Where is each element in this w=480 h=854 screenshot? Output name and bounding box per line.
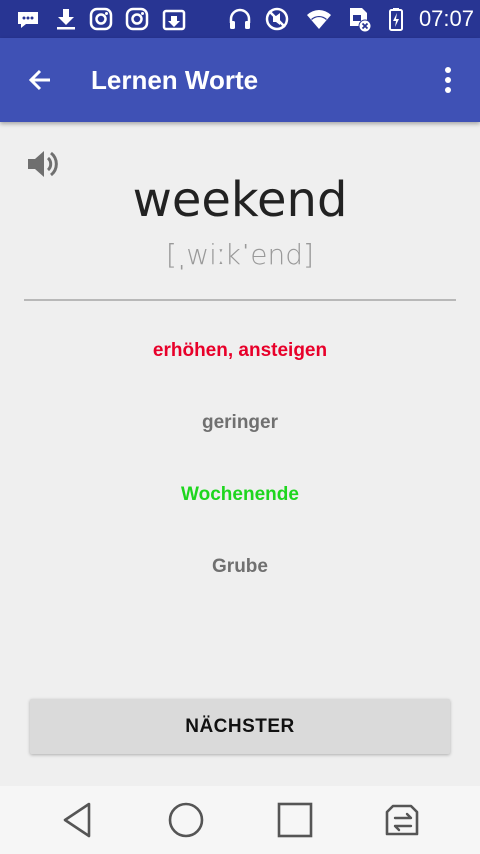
package-icon: [160, 5, 188, 33]
divider: [24, 299, 456, 301]
status-bar: 07:07: [0, 0, 480, 38]
arrow-back-icon[interactable]: [22, 62, 58, 98]
vocabulary-word: weekend: [132, 172, 348, 228]
answer-option-1[interactable]: erhöhen, ansteigen: [0, 340, 480, 362]
messages-icon: [14, 5, 42, 33]
phonetic-transcription: [ˌwiːkˈend]: [166, 238, 314, 271]
status-time: 07:07: [418, 6, 474, 31]
switch-app-icon[interactable]: [378, 798, 428, 842]
instagram-icon: [123, 5, 151, 33]
answer-option-3[interactable]: Wochenende: [0, 484, 480, 506]
headphones-icon: [226, 5, 254, 33]
app-bar: Lernen Worte: [0, 38, 480, 122]
wifi-icon: [305, 5, 333, 33]
mute-icon: [263, 5, 291, 33]
page-title: Lernen Worte: [91, 65, 259, 95]
answer-option-2[interactable]: geringer: [0, 412, 480, 434]
recents-square-icon[interactable]: [270, 798, 320, 842]
home-circle-icon[interactable]: [161, 798, 211, 842]
instagram-icon: [87, 5, 115, 33]
next-button[interactable]: NÄCHSTER: [30, 699, 450, 754]
sim-error-icon: [345, 5, 373, 33]
more-vert-icon[interactable]: [436, 62, 460, 98]
battery-charging-icon: [382, 5, 410, 33]
download-icon: [52, 5, 80, 33]
navigation-bar: [0, 786, 480, 854]
back-triangle-icon[interactable]: [52, 798, 102, 842]
answer-option-4[interactable]: Grube: [0, 556, 480, 578]
